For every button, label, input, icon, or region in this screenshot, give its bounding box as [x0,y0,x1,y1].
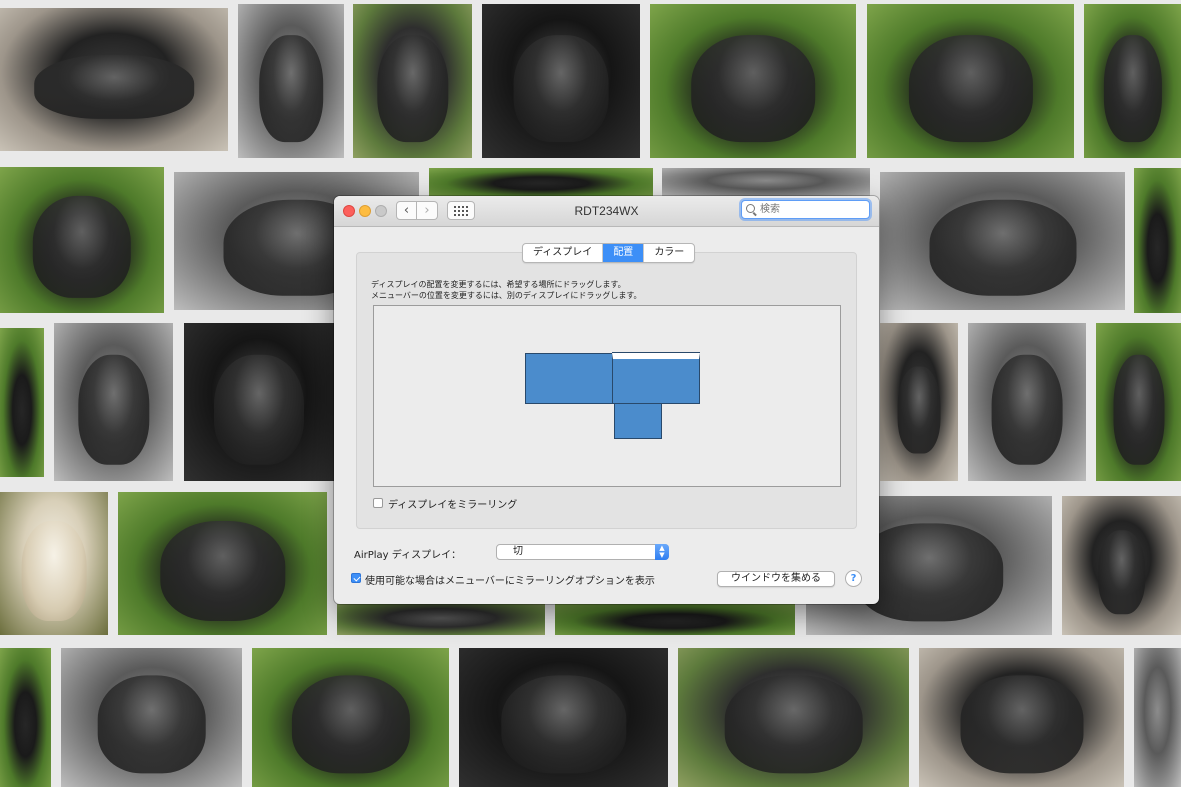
display-thumbnail-main-with-menubar[interactable] [612,352,700,404]
airplay-display-select[interactable]: 切 ▲ ▼ [496,544,669,560]
display-preferences-window: ‹ › RDT234WX ディスプレイ 配置 カラー ディスプレイの配置を変更す… [334,196,879,604]
help-button[interactable]: ? [845,570,862,587]
title-bar[interactable]: ‹ › RDT234WX [334,196,879,227]
wallpaper-photo [650,4,856,158]
tab-display[interactable]: ディスプレイ [523,244,604,262]
wallpaper-photo [0,167,164,313]
wallpaper-photo [1134,168,1181,313]
tab-color[interactable]: カラー [644,244,694,262]
search-input[interactable] [760,202,865,217]
mirror-displays-checkbox[interactable] [373,498,383,508]
wallpaper-photo [54,323,173,481]
show-mirroring-options-label: 使用可能な場合はメニューバーにミラーリングオプションを表示 [365,576,655,587]
wallpaper-photo [184,323,334,481]
instruction-line: ディスプレイの配置を変更するには、希望する場所にドラッグします。 [371,280,626,289]
airplay-selected-value: 切 [513,546,523,557]
wallpaper-photo [1096,323,1181,481]
wallpaper-photo [919,648,1124,787]
wallpaper-photo [353,4,472,158]
wallpaper-photo [118,492,327,635]
wallpaper-photo [1084,4,1181,158]
display-thumbnail-secondary[interactable] [525,353,613,404]
wallpaper-photo [0,328,44,477]
tab-arrangement[interactable]: 配置 [603,244,645,262]
wallpaper-photo [252,648,449,787]
wallpaper-photo [0,648,51,787]
tab-bar: ディスプレイ 配置 カラー [522,243,696,263]
wallpaper-photo [1134,648,1181,787]
airplay-label: AirPlay ディスプレイ： [354,550,462,561]
search-icon [746,204,755,213]
instruction-line: メニューバーの位置を変更するには、別のディスプレイにドラッグします。 [371,291,642,300]
wallpaper-photo [867,4,1074,158]
wallpaper-photo [238,4,344,158]
wallpaper-photo [0,492,108,635]
arrangement-instructions: ディスプレイの配置を変更するには、希望する場所にドラッグします。 メニューバーの… [371,279,642,301]
wallpaper-photo [968,323,1086,481]
display-thumbnail-builtin[interactable] [614,403,662,439]
wallpaper-photo [662,168,870,196]
search-field[interactable] [741,200,870,219]
wallpaper-photo [555,604,795,635]
mirror-displays-label: ディスプレイをミラーリング [388,500,518,511]
popup-arrows-icon: ▲ ▼ [655,544,669,560]
wallpaper-photo [61,648,242,787]
wallpaper-photo [337,604,545,635]
wallpaper-photo [459,648,668,787]
wallpaper-photo [880,172,1125,310]
gather-windows-button[interactable]: ウインドウを集める [717,571,835,587]
show-mirroring-options-checkbox[interactable] [351,573,361,583]
wallpaper-photo [0,8,228,151]
wallpaper-photo [880,323,958,481]
wallpaper-photo [429,168,653,196]
wallpaper-photo [482,4,640,158]
wallpaper-photo [1062,496,1181,635]
wallpaper-photo [678,648,909,787]
display-arrangement-area[interactable] [373,305,841,487]
